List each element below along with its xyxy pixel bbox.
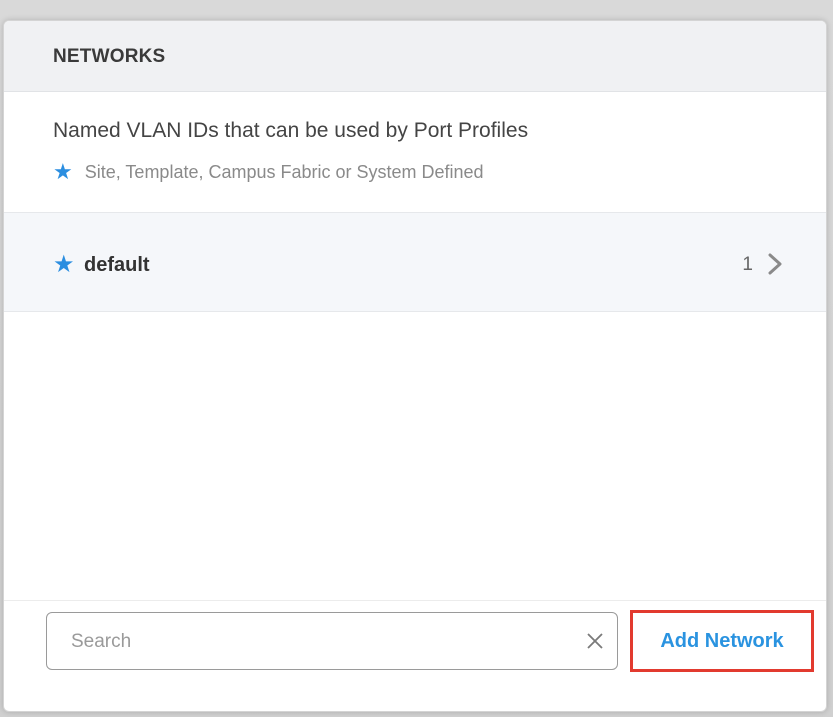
legend-text: Site, Template, Campus Fabric or System … <box>84 161 484 182</box>
star-icon: ★ <box>53 251 75 278</box>
search-input[interactable] <box>69 626 573 658</box>
panel-description: Named VLAN IDs that can be used by Port … <box>53 119 529 142</box>
network-name: default <box>84 254 150 276</box>
close-icon[interactable] <box>585 631 605 651</box>
chevron-right-icon[interactable] <box>764 253 786 275</box>
search-field <box>46 612 618 670</box>
legend: ★ Site, Template, Campus Fabric or Syste… <box>53 161 484 183</box>
add-network-button[interactable]: Add Network <box>630 610 814 672</box>
networks-panel: NETWORKS Named VLAN IDs that can be used… <box>3 20 827 712</box>
panel-title: NETWORKS <box>53 46 166 67</box>
network-count: 1 <box>742 254 753 275</box>
star-icon: ★ <box>53 159 73 184</box>
list-item-default[interactable]: ★ default 1 <box>4 212 826 312</box>
panel-footer: Add Network <box>4 600 826 687</box>
network-list: ★ default 1 <box>4 212 826 312</box>
panel-header: NETWORKS <box>4 21 826 92</box>
